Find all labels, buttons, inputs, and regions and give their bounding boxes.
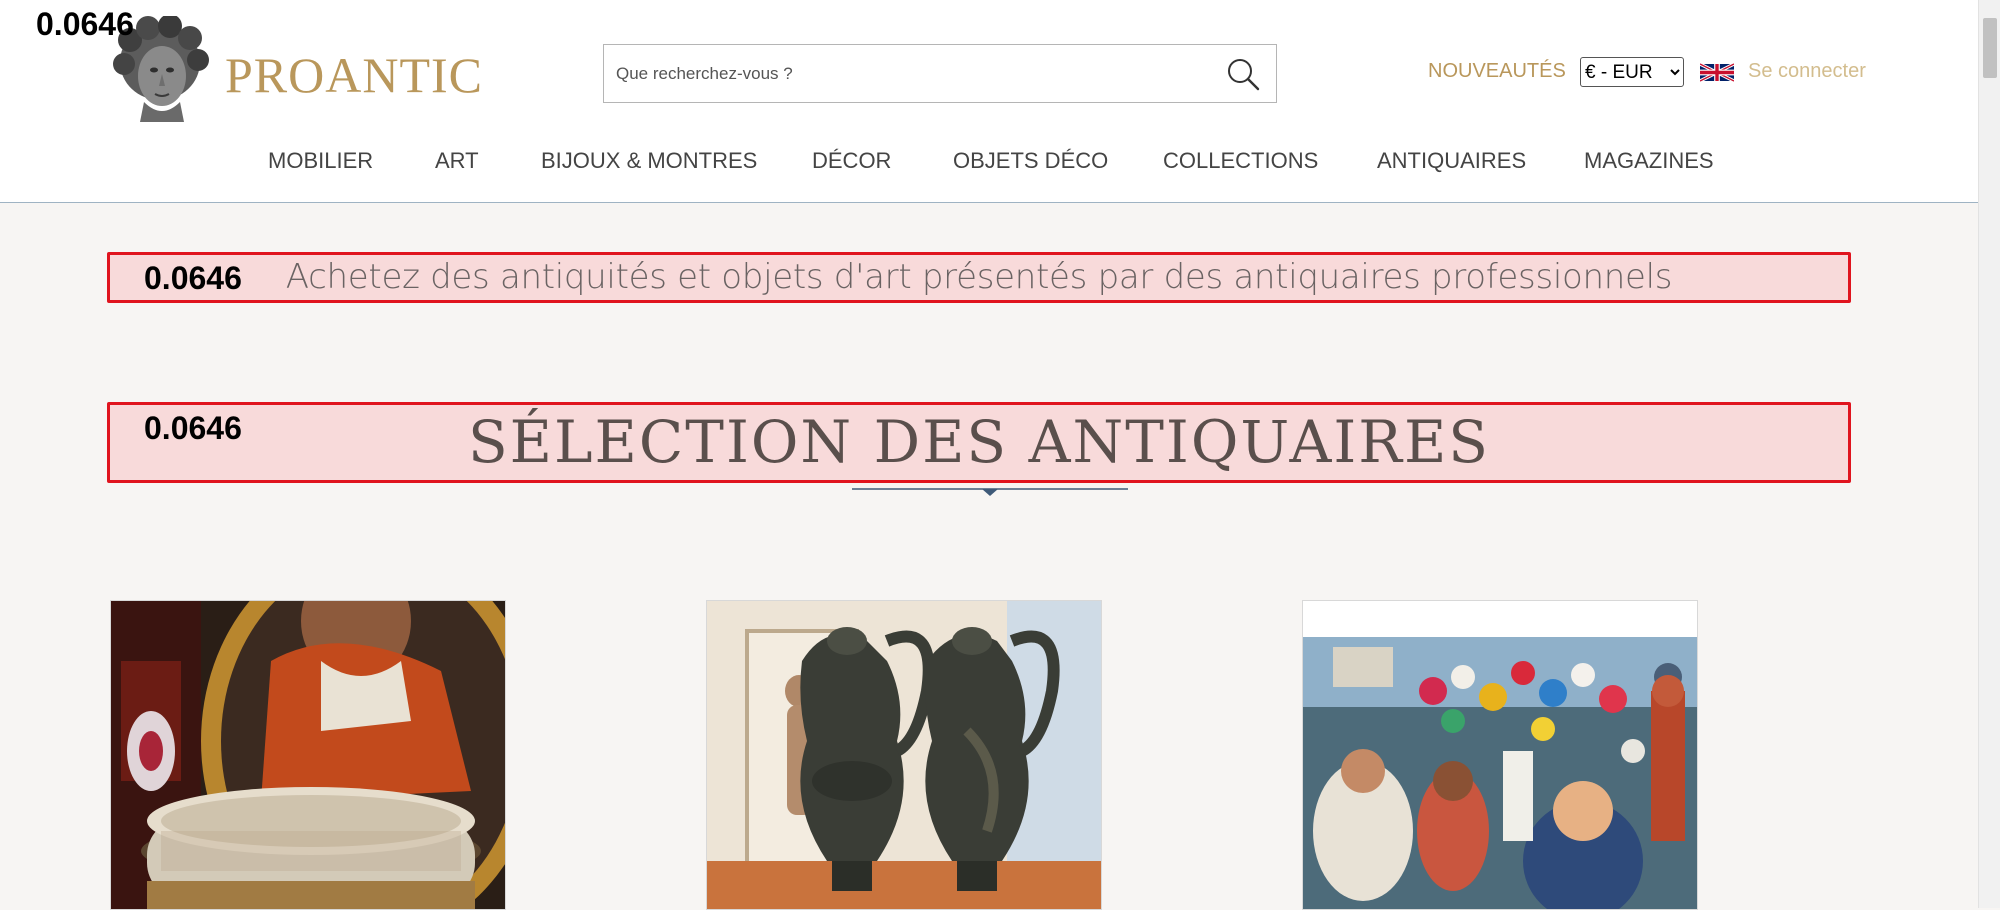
product-image-stool [111,601,505,909]
score-overlay-section: 0.0646 [144,410,242,446]
search-input[interactable] [614,57,1174,91]
product-card-painting[interactable] [1302,600,1698,910]
title-divider [852,488,1128,496]
logo-text[interactable]: PROANTIC [225,46,483,104]
nav-item-antiquaires[interactable]: ANTIQUAIRES [1377,148,1526,174]
nav-item-collections[interactable]: COLLECTIONS [1163,148,1318,174]
product-card-stool[interactable] [110,600,506,910]
nav-item-mobilier[interactable]: MOBILIER [268,148,373,174]
product-card-ewers[interactable] [706,600,1102,910]
nav-item-decor[interactable]: DÉCOR [812,148,891,174]
section-title: SÉLECTION DES ANTIQUAIRES [467,408,1491,476]
section-title-banner: SÉLECTION DES ANTIQUAIRES [107,402,1851,483]
tagline-banner: Achetez des antiquités et objets d'art p… [107,252,1851,303]
score-overlay-tagline: 0.0646 [144,260,242,296]
scrollbar-thumb[interactable] [1983,18,1997,78]
tagline-text: Achetez des antiquités et objets d'art p… [285,257,1673,297]
search-bar [603,44,1277,103]
product-image-ewers [707,601,1101,909]
main-nav: MOBILIER ART BIJOUX & MONTRES DÉCOR OBJE… [0,148,1978,178]
nav-item-bijoux-montres[interactable]: BIJOUX & MONTRES [541,148,757,174]
site-header: PROANTIC NOUVEAUTÉS € - EUR Se connecter… [0,0,1978,203]
nav-item-magazines[interactable]: MAGAZINES [1584,148,1714,174]
page-scrollbar[interactable] [1978,0,2000,908]
search-icon[interactable] [1224,55,1262,93]
nouveautes-link[interactable]: NOUVEAUTÉS [1428,60,1566,83]
nav-item-objets-deco[interactable]: OBJETS DÉCO [953,148,1108,174]
login-link[interactable]: Se connecter [1748,60,1866,83]
uk-flag-icon[interactable] [1700,60,1734,85]
currency-select[interactable]: € - EUR [1580,57,1684,87]
nav-item-art[interactable]: ART [435,148,479,174]
product-image-painting [1303,601,1697,909]
score-overlay: 0.0646 [36,6,134,42]
